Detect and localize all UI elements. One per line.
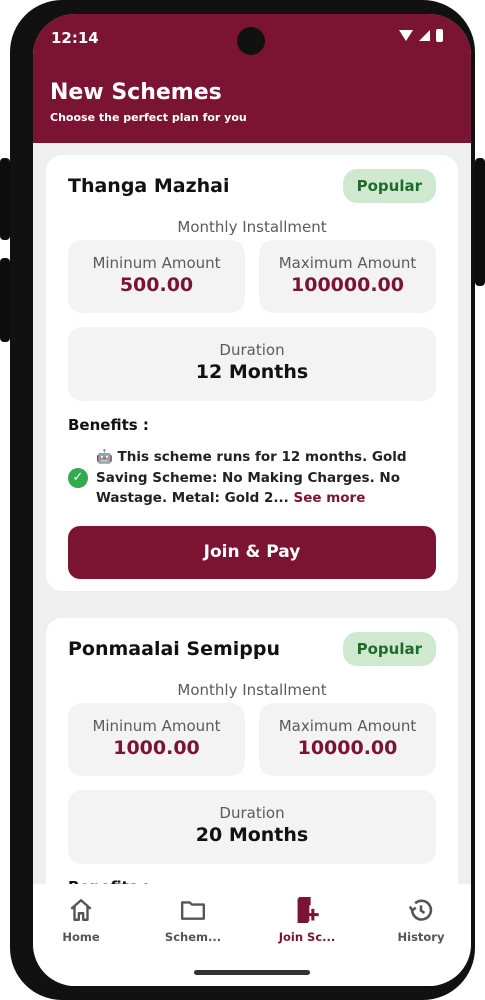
max-amount-label: Maximum Amount [278, 254, 417, 272]
status-icons [399, 29, 443, 42]
benefits-title: Benefits : [68, 416, 149, 434]
max-amount-value: 10000.00 [297, 737, 398, 759]
nav-item-home[interactable]: Home [33, 896, 131, 944]
max-amount-box: Maximum Amount 10000.00 [259, 703, 436, 776]
installment-label: Monthly Installment [177, 218, 327, 236]
nav-item-join-scheme[interactable]: Join Sc... [257, 896, 357, 944]
min-amount-value: 1000.00 [113, 737, 200, 759]
min-amount-label: Mininum Amount [92, 254, 221, 272]
gesture-home-bar[interactable] [194, 970, 310, 975]
duration-value: 12 Months [195, 361, 309, 383]
power-button [475, 158, 485, 286]
app-header: 12:14 New Schemes Choose the perfect pla… [33, 14, 471, 143]
volume-up-button [0, 158, 10, 240]
page-title: New Schemes [50, 80, 222, 105]
min-amount-box: Mininum Amount 500.00 [68, 240, 245, 313]
join-pay-button[interactable]: Join & Pay [68, 526, 436, 579]
scheme-name: Ponmaalai Semippu [68, 638, 281, 660]
signal-icon [419, 30, 430, 41]
min-amount-label: Mininum Amount [92, 717, 221, 735]
max-amount-value: 100000.00 [291, 274, 404, 296]
nav-label-join-scheme: Join Sc... [278, 930, 336, 944]
nav-item-schemes[interactable]: Schem... [143, 896, 243, 944]
add-document-icon [297, 897, 319, 923]
battery-icon [436, 29, 443, 42]
nav-label-history: History [397, 930, 445, 944]
duration-box: Duration 12 Months [68, 327, 436, 401]
page-subtitle: Choose the perfect plan for you [50, 111, 247, 124]
scheme-card: Ponmaalai Semippu Popular Monthly Instal… [46, 618, 458, 918]
installment-label: Monthly Installment [177, 681, 327, 699]
home-icon [70, 899, 92, 921]
see-more-link[interactable]: See more [293, 490, 365, 506]
screen: 12:14 New Schemes Choose the perfect pla… [33, 14, 471, 986]
nav-label-schemes: Schem... [164, 930, 222, 944]
max-amount-box: Maximum Amount 100000.00 [259, 240, 436, 313]
duration-label: Duration [219, 804, 285, 822]
scheme-card: Thanga Mazhai Popular Monthly Installmen… [46, 155, 458, 591]
volume-down-button [0, 258, 10, 342]
camera-cutout [237, 27, 265, 55]
min-amount-box: Mininum Amount 1000.00 [68, 703, 245, 776]
popular-badge: Popular [342, 632, 436, 666]
popular-badge: Popular [342, 169, 436, 203]
wifi-icon [399, 30, 413, 41]
nav-item-history[interactable]: History [371, 896, 471, 944]
max-amount-label: Maximum Amount [278, 717, 417, 735]
history-icon [408, 899, 433, 921]
duration-value: 20 Months [195, 824, 309, 846]
folder-icon [180, 901, 206, 920]
benefit-text: 🤖 This scheme runs for 12 months. Gold S… [96, 447, 441, 509]
duration-box: Duration 20 Months [68, 790, 436, 864]
scheme-name: Thanga Mazhai [68, 175, 230, 197]
phone-frame: 12:14 New Schemes Choose the perfect pla… [0, 0, 485, 1000]
check-circle-icon: ✓ [68, 468, 88, 488]
duration-label: Duration [219, 341, 285, 359]
min-amount-value: 500.00 [119, 274, 194, 296]
status-time: 12:14 [51, 29, 99, 47]
nav-label-home: Home [62, 930, 100, 944]
